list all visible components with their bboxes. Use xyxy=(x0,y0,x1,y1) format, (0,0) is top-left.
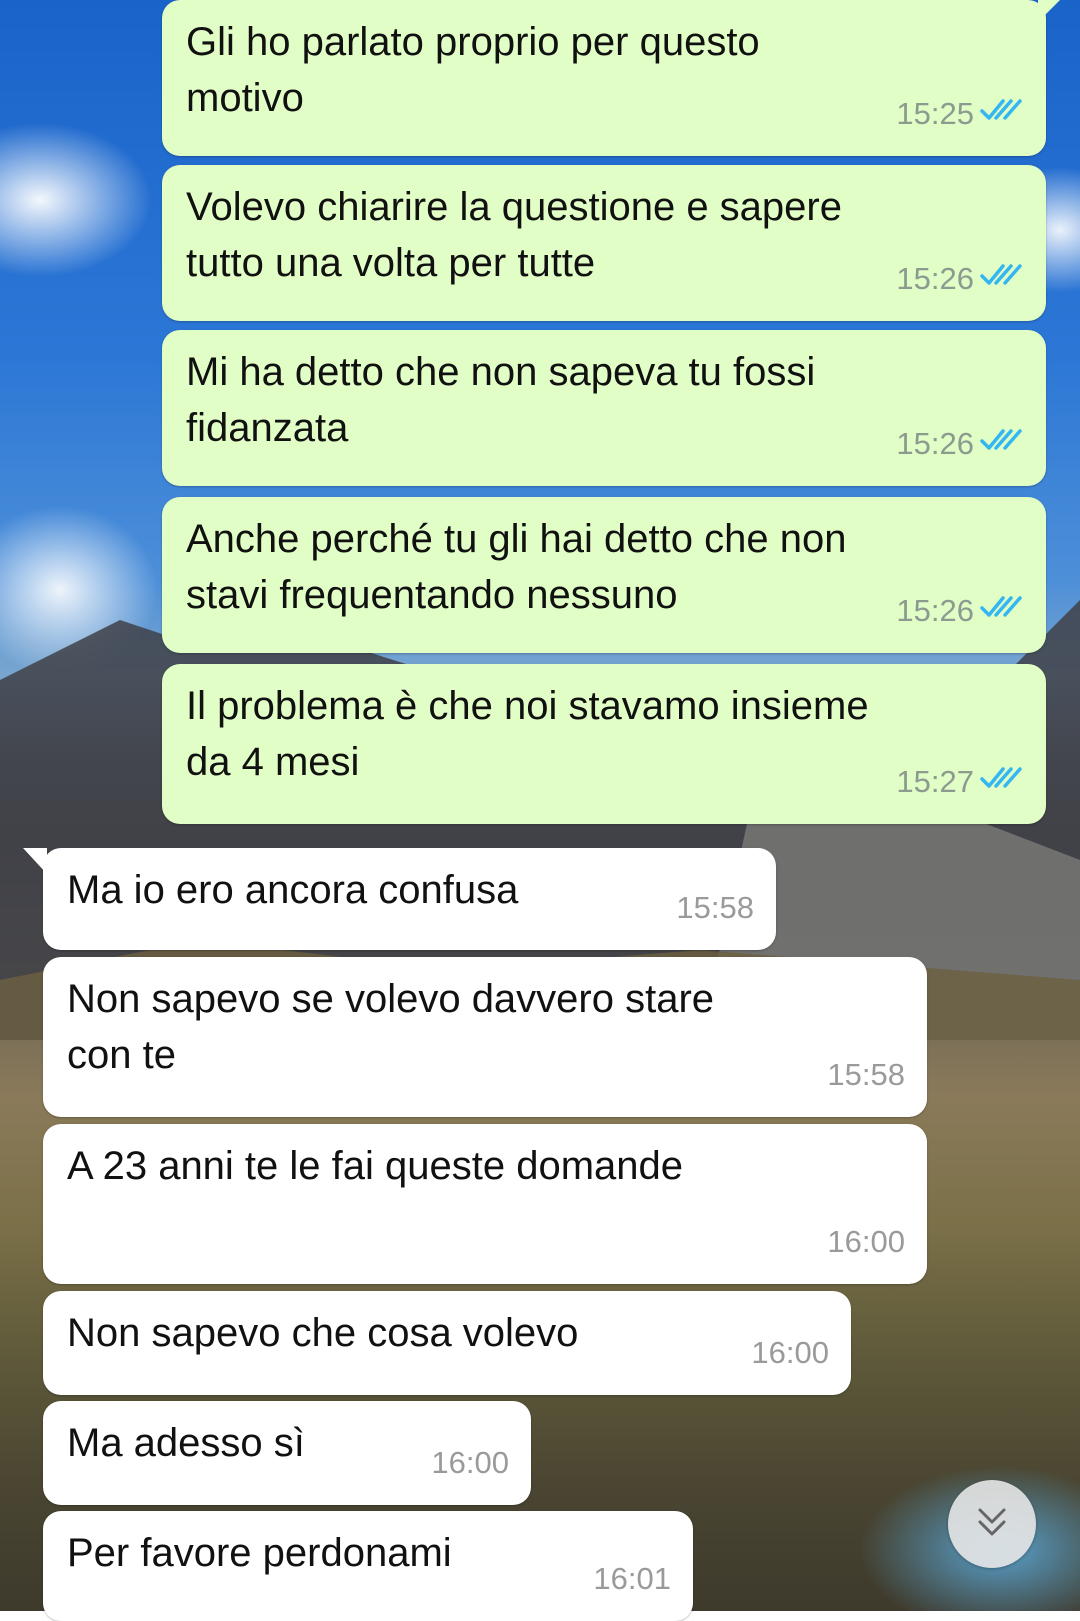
message-meta: 15:26 xyxy=(896,251,1024,307)
message-bubble-incoming[interactable]: Non sapevo che cosa volevo 16:00 xyxy=(43,1291,851,1395)
message-text: A 23 anni te le fai queste domande xyxy=(67,1144,684,1188)
message-bubble-outgoing[interactable]: Volevo chiarire la questione e sapere tu… xyxy=(162,165,1046,321)
read-double-check-icon xyxy=(980,86,1024,142)
message-bubble-outgoing[interactable]: Mi ha detto che non sapeva tu fossi fida… xyxy=(162,330,1046,486)
message-time: 16:01 xyxy=(593,1561,671,1596)
message-time: 16:00 xyxy=(431,1445,509,1480)
message-time: 16:00 xyxy=(751,1335,829,1370)
message-bubble-incoming[interactable]: Non sapevo se volevo davvero stare con t… xyxy=(43,957,927,1117)
bubble-tail xyxy=(23,848,47,874)
message-meta: 15:58 xyxy=(827,1047,905,1103)
scroll-to-bottom-button[interactable] xyxy=(948,1480,1036,1568)
message-text: Non sapevo se volevo davvero stare con t… xyxy=(67,977,715,1077)
message-meta: 15:26 xyxy=(896,583,1024,639)
message-text: Per favore perdonami xyxy=(67,1531,452,1575)
read-double-check-icon xyxy=(980,754,1024,810)
message-time: 15:26 xyxy=(896,261,974,296)
message-text: Ma io ero ancora confusa xyxy=(67,868,519,912)
read-double-check-icon xyxy=(980,251,1024,307)
message-meta: 15:25 xyxy=(896,86,1024,142)
message-bubble-incoming[interactable]: Ma adesso sì 16:00 xyxy=(43,1401,531,1505)
double-chevron-down-icon xyxy=(972,1502,1012,1547)
message-meta: 16:00 xyxy=(751,1325,829,1381)
message-bubble-outgoing[interactable]: Il problema è che noi stavamo insieme da… xyxy=(162,664,1046,824)
read-double-check-icon xyxy=(980,416,1024,472)
message-bubble-incoming[interactable]: Per favore perdonami 16:01 xyxy=(43,1511,693,1621)
bubble-tail xyxy=(1038,0,1060,22)
message-bubble-incoming[interactable]: Ma io ero ancora confusa 15:58 xyxy=(23,848,776,950)
message-time: 15:26 xyxy=(896,593,974,628)
message-time: 15:26 xyxy=(896,426,974,461)
message-meta: 15:26 xyxy=(896,416,1024,472)
read-double-check-icon xyxy=(980,583,1024,639)
message-time: 15:25 xyxy=(896,96,974,131)
message-time: 15:58 xyxy=(827,1057,905,1092)
message-meta: 16:00 xyxy=(827,1214,905,1270)
message-meta: 16:00 xyxy=(431,1435,509,1491)
message-time: 16:00 xyxy=(827,1224,905,1259)
message-bubble-incoming[interactable]: A 23 anni te le fai queste domande 16:00 xyxy=(43,1124,927,1284)
message-meta: 15:58 xyxy=(676,880,754,936)
conversation-list[interactable]: Gli ho parlato proprio per questo motivo… xyxy=(0,0,1080,1621)
message-bubble-outgoing[interactable]: Anche perché tu gli hai detto che non st… xyxy=(162,497,1046,653)
message-meta: 15:27 xyxy=(896,754,1024,810)
message-meta: 16:01 xyxy=(593,1551,671,1607)
message-time: 15:58 xyxy=(676,890,754,925)
message-time: 15:27 xyxy=(896,764,974,799)
message-bubble-outgoing[interactable]: Gli ho parlato proprio per questo motivo… xyxy=(162,0,1060,156)
message-text: Non sapevo che cosa volevo xyxy=(67,1311,579,1355)
